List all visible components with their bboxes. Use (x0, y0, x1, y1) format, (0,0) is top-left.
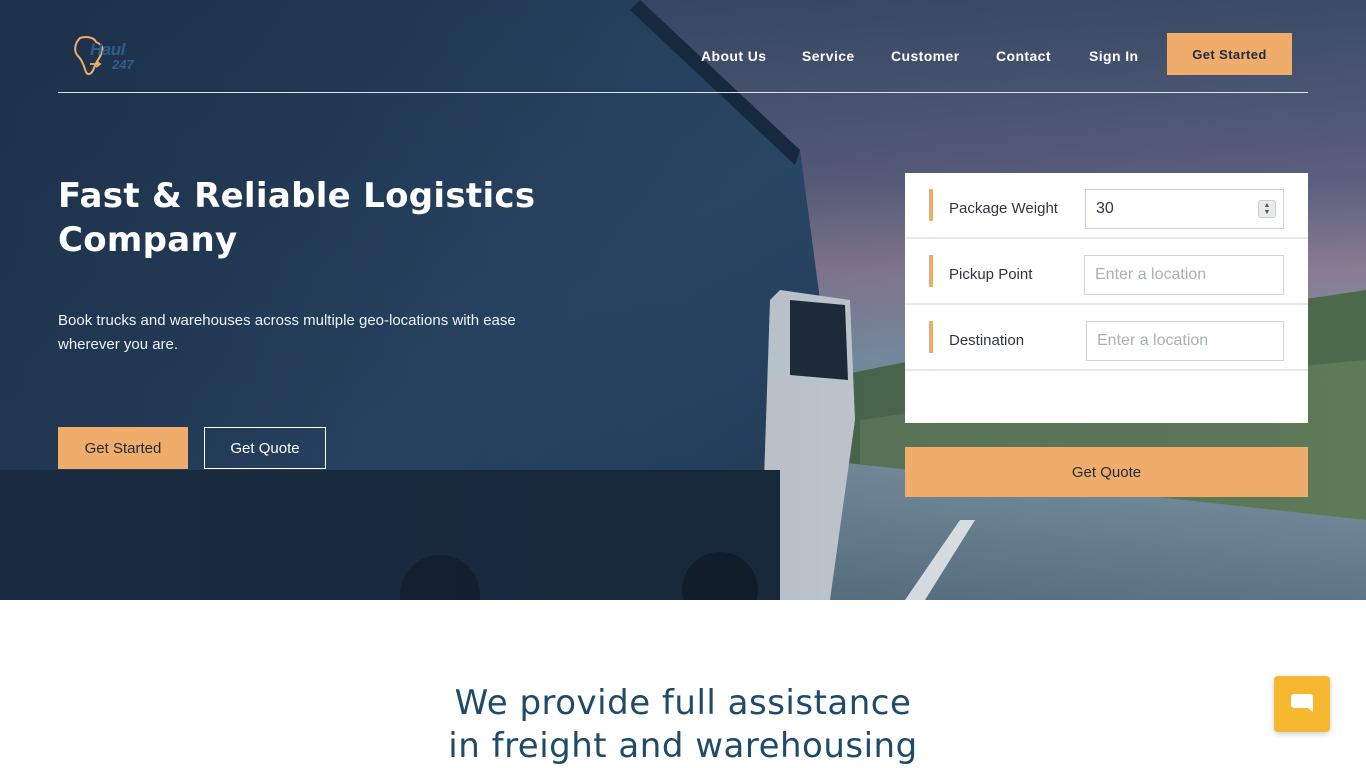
logo-number: 247 (112, 57, 134, 72)
hero-get-quote-button[interactable]: Get Quote (204, 427, 326, 469)
destination-label: Destination (949, 332, 1025, 349)
nav-sign-in[interactable]: Sign In (1089, 48, 1138, 64)
hero-subtitle: Book trucks and warehouses across multip… (58, 312, 516, 353)
quote-form: Package Weight ▲▼ Pickup Point Destinati… (905, 173, 1308, 423)
quote-submit-button[interactable]: Get Quote (905, 447, 1308, 497)
section-heading: We provide full assistance in freight an… (0, 682, 1366, 768)
nav-divider (58, 92, 1308, 93)
destination-row: Destination (905, 305, 1308, 371)
package-weight-input[interactable] (1085, 189, 1284, 229)
pickup-row: Pickup Point (905, 239, 1308, 305)
weight-row: Package Weight ▲▼ (905, 173, 1308, 239)
chat-bubble-icon (1291, 694, 1313, 712)
chat-widget-button[interactable] (1274, 676, 1330, 732)
row-accent-bar (929, 189, 933, 221)
nav-get-started-button[interactable]: Get Started (1167, 33, 1292, 75)
nav-service[interactable]: Service (802, 48, 855, 64)
section-heading-line1: We provide full assistance (454, 683, 912, 723)
destination-input[interactable] (1086, 321, 1284, 361)
pickup-label: Pickup Point (949, 266, 1033, 283)
row-accent-bar (929, 255, 933, 287)
haul247-logo[interactable]: Haul 247 (72, 34, 142, 80)
hero-get-started-button[interactable]: Get Started (58, 427, 188, 469)
nav-contact[interactable]: Contact (996, 48, 1051, 64)
nav-customer[interactable]: Customer (891, 48, 960, 64)
weight-stepper-icon[interactable]: ▲ ▼ (1258, 200, 1276, 218)
hero-title: Fast & Reliable Logistics Company (58, 176, 536, 260)
row-accent-bar (929, 321, 933, 353)
section-heading-line2: in freight and warehousing (448, 726, 918, 766)
pickup-point-input[interactable] (1084, 255, 1284, 295)
nav-about-us[interactable]: About Us (701, 48, 766, 64)
weight-label: Package Weight (949, 200, 1058, 217)
